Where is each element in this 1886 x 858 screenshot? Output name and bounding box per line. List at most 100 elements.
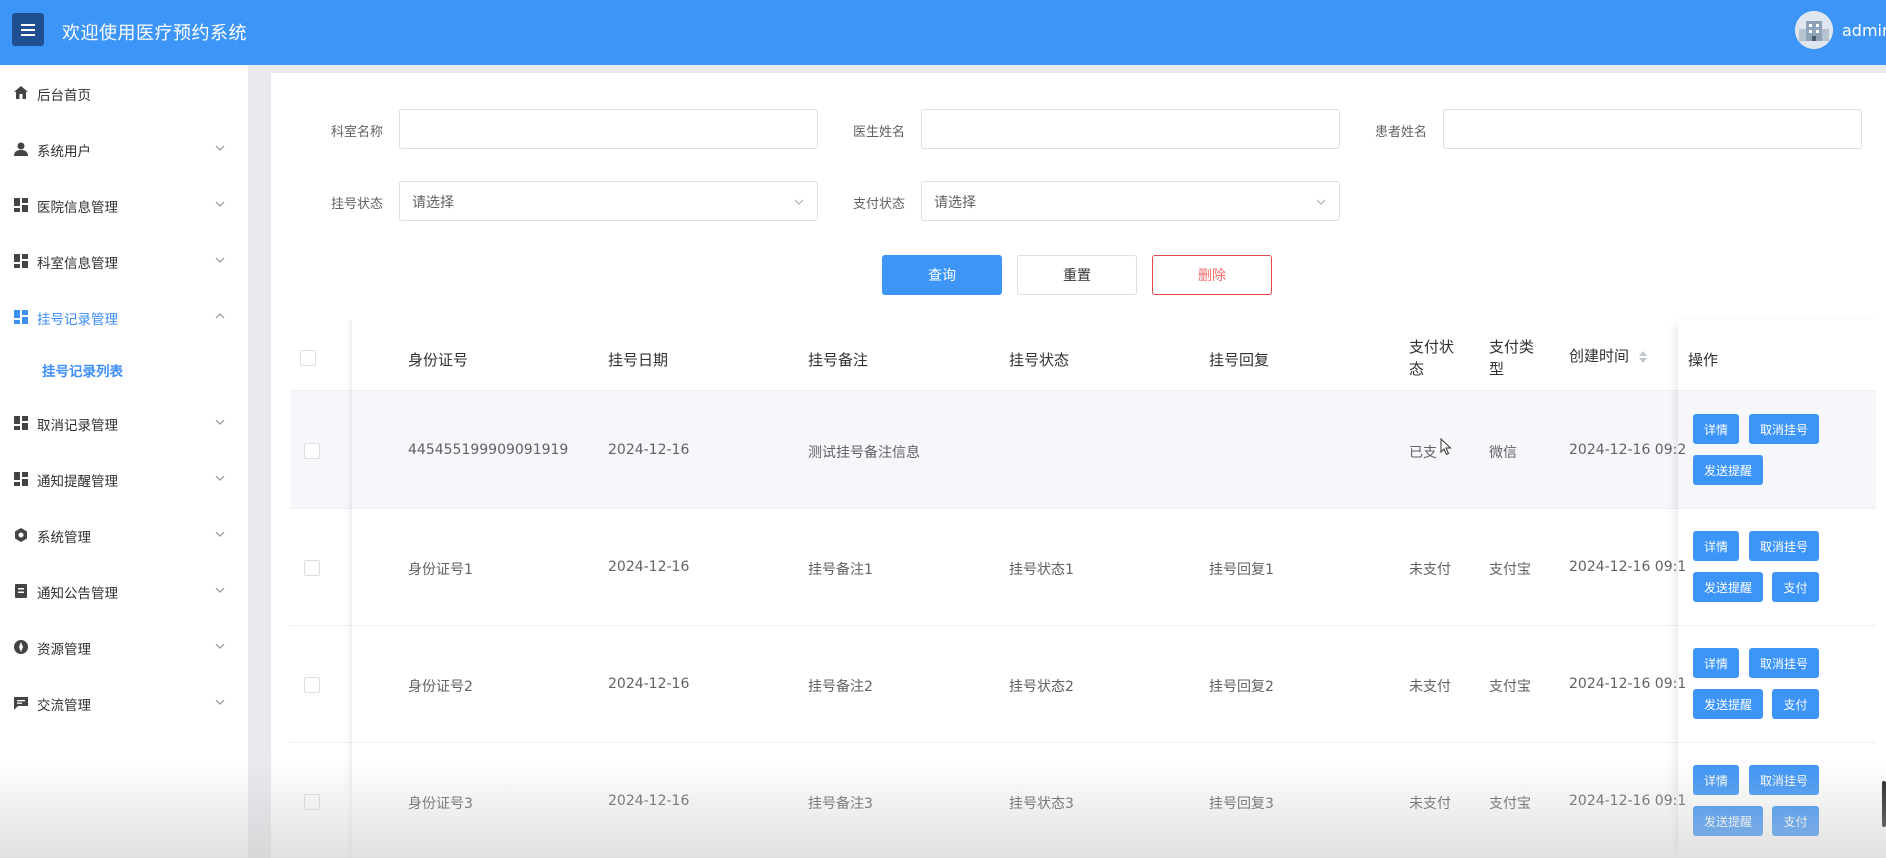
detail-button[interactable]: 详情 <box>1693 531 1739 561</box>
col-header-ops: 操作 <box>1688 351 1719 369</box>
building-avatar-icon <box>1795 11 1833 49</box>
detail-button[interactable]: 详情 <box>1693 414 1739 444</box>
sidebar-item-label: 后台首页 <box>37 88 91 104</box>
cancel-registration-button[interactable]: 取消挂号 <box>1749 765 1819 795</box>
cell-reply: 挂号回复3 <box>1209 796 1274 812</box>
dept-name-label: 科室名称 <box>331 125 384 140</box>
row-checkbox[interactable] <box>304 794 320 810</box>
sidebar-item-registration[interactable]: 挂号记录管理 <box>0 295 248 339</box>
cancel-registration-button[interactable]: 取消挂号 <box>1749 648 1819 678</box>
user-icon <box>14 142 28 156</box>
sidebar-item-label: 资源管理 <box>37 642 91 658</box>
pay-button[interactable]: 支付 <box>1772 689 1819 719</box>
sidebar-item-system-settings[interactable]: 系统管理 <box>0 513 248 557</box>
chevron-down-icon <box>215 587 225 593</box>
compass-icon <box>14 640 28 654</box>
document-icon <box>15 584 27 598</box>
sidebar-item-dept-info[interactable]: 科室信息管理 <box>0 239 248 283</box>
doctor-name-label: 医生姓名 <box>853 125 906 140</box>
cell-pay-type: 支付宝 <box>1489 562 1531 578</box>
send-reminder-button[interactable]: 发送提醒 <box>1693 455 1763 485</box>
sidebar-item-label: 系统管理 <box>37 530 91 546</box>
app-title: 欢迎使用医疗预约系统 <box>62 23 247 44</box>
sort-icon[interactable] <box>1638 350 1648 364</box>
sidebar-item-announcements[interactable]: 通知公告管理 <box>0 569 248 613</box>
cell-status: 挂号状态1 <box>1009 562 1074 578</box>
pay-button[interactable]: 支付 <box>1772 806 1819 836</box>
cell-pay-status: 已支 <box>1409 445 1437 461</box>
cell-pay-type: 微信 <box>1489 445 1517 461</box>
scrollbar-handle[interactable] <box>1882 781 1886 827</box>
dept-name-input[interactable] <box>399 109 818 149</box>
send-reminder-button[interactable]: 发送提醒 <box>1693 689 1763 719</box>
chevron-down-icon <box>215 475 225 481</box>
col-header-note: 挂号备注 <box>808 351 869 369</box>
row-checkbox[interactable] <box>304 443 320 459</box>
sidebar-item-label: 通知提醒管理 <box>37 474 118 490</box>
cancel-registration-button[interactable]: 取消挂号 <box>1749 531 1819 561</box>
patient-name-label: 患者姓名 <box>1375 125 1428 140</box>
cell-pay-type: 支付宝 <box>1489 679 1531 695</box>
detail-button[interactable]: 详情 <box>1693 765 1739 795</box>
sidebar-item-home[interactable]: 后台首页 <box>0 71 248 115</box>
sidebar-item-label: 医院信息管理 <box>37 200 118 216</box>
pay-status-label: 支付状态 <box>853 197 906 212</box>
reg-status-placeholder: 请选择 <box>412 195 454 211</box>
chevron-down-icon <box>215 699 225 705</box>
sidebar-item-communication[interactable]: 交流管理 <box>0 681 248 725</box>
pay-status-select[interactable]: 请选择 <box>921 181 1340 221</box>
doctor-name-input[interactable] <box>921 109 1340 149</box>
reg-status-select[interactable]: 请选择 <box>399 181 818 221</box>
user-name[interactable]: admin <box>1842 21 1886 40</box>
cell-date: 2024-12-16 <box>608 559 690 575</box>
sidebar-item-hospital-info[interactable]: 医院信息管理 <box>0 183 248 227</box>
mouse-cursor-icon <box>1440 438 1452 456</box>
col-header-created-label: 创建时间 <box>1569 347 1630 365</box>
cell-pay-status: 未支付 <box>1409 796 1451 812</box>
table-divider <box>290 508 1876 509</box>
send-reminder-button[interactable]: 发送提醒 <box>1693 806 1763 836</box>
sidebar-item-system-users[interactable]: 系统用户 <box>0 127 248 171</box>
grid-icon <box>14 416 28 430</box>
chevron-down-icon <box>215 419 225 425</box>
sidebar-item-label: 挂号记录管理 <box>37 312 118 328</box>
chevron-down-icon <box>215 531 225 537</box>
gear-icon <box>15 528 27 542</box>
grid-icon <box>14 472 28 486</box>
sidebar-item-cancel-records[interactable]: 取消记录管理 <box>0 401 248 445</box>
sidebar: 后台首页 系统用户 医院信息管理 科室信息管理 挂号记录管理 挂号记录列表 取消… <box>0 65 248 858</box>
chevron-down-icon <box>215 201 225 207</box>
pay-button[interactable]: 支付 <box>1772 572 1819 602</box>
menu-toggle-button[interactable] <box>12 13 44 46</box>
patient-name-input[interactable] <box>1443 109 1862 149</box>
sidebar-subitem-registration-list[interactable]: 挂号记录列表 <box>42 360 123 380</box>
fixed-column-shadow <box>344 320 352 858</box>
cell-pay-status: 未支付 <box>1409 562 1451 578</box>
send-reminder-button[interactable]: 发送提醒 <box>1693 572 1763 602</box>
row-checkbox[interactable] <box>304 560 320 576</box>
sidebar-item-resources[interactable]: 资源管理 <box>0 625 248 669</box>
delete-button[interactable]: 删除 <box>1152 255 1272 295</box>
cancel-registration-button[interactable]: 取消挂号 <box>1749 414 1819 444</box>
row-checkbox[interactable] <box>304 677 320 693</box>
cell-date: 2024-12-16 <box>608 793 690 809</box>
cell-status: 挂号状态3 <box>1009 796 1074 812</box>
avatar[interactable] <box>1795 11 1833 49</box>
cell-date: 2024-12-16 <box>608 442 690 458</box>
query-button[interactable]: 查询 <box>882 255 1002 295</box>
col-header-status: 挂号状态 <box>1009 351 1070 369</box>
chevron-up-icon <box>215 313 225 319</box>
grid-icon <box>14 310 28 324</box>
reset-button[interactable]: 重置 <box>1017 255 1137 295</box>
col-header-pay-type: 支付类型 <box>1489 338 1535 378</box>
cell-id-card: 身份证号2 <box>408 679 473 695</box>
sidebar-item-reminders[interactable]: 通知提醒管理 <box>0 457 248 501</box>
chevron-down-icon <box>215 643 225 649</box>
sidebar-item-label: 科室信息管理 <box>37 256 118 272</box>
select-all-checkbox[interactable] <box>300 350 316 366</box>
col-header-created[interactable]: 创建时间 <box>1569 345 1648 366</box>
cell-pay-type: 支付宝 <box>1489 796 1531 812</box>
chevron-down-icon <box>215 257 225 263</box>
detail-button[interactable]: 详情 <box>1693 648 1739 678</box>
cell-id-card: 身份证号3 <box>408 796 473 812</box>
